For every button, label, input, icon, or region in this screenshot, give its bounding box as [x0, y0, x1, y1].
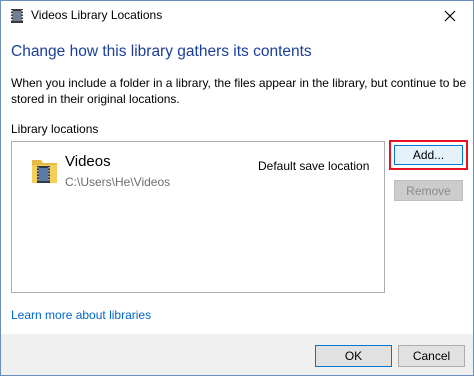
title-bar: Videos Library Locations	[1, 1, 473, 31]
library-locations-dialog: Videos Library Locations Change how this…	[0, 0, 474, 376]
close-icon	[444, 10, 456, 22]
location-path: C:\Users\He\Videos	[65, 175, 171, 189]
ok-button[interactable]: OK	[315, 345, 392, 367]
dialog-heading: Change how this library gathers its cont…	[11, 43, 312, 60]
dialog-description: When you include a folder in a library, …	[11, 76, 467, 106]
library-locations-list[interactable]: Videos C:\Users\He\Videos Default save l…	[11, 141, 385, 293]
learn-more-link[interactable]: Learn more about libraries	[11, 308, 151, 322]
library-locations-label: Library locations	[11, 122, 99, 136]
videos-folder-icon	[31, 156, 59, 186]
list-item-videos[interactable]: Videos C:\Users\He\Videos Default save l…	[12, 142, 384, 194]
remove-button[interactable]: Remove	[394, 180, 463, 201]
close-button[interactable]	[427, 1, 473, 31]
videos-library-icon	[9, 8, 25, 24]
default-save-location-label: Default save location	[258, 159, 370, 173]
cancel-button[interactable]: Cancel	[398, 345, 465, 367]
window-title: Videos Library Locations	[31, 8, 163, 22]
location-name: Videos	[65, 153, 111, 170]
add-button[interactable]: Add...	[394, 145, 463, 165]
